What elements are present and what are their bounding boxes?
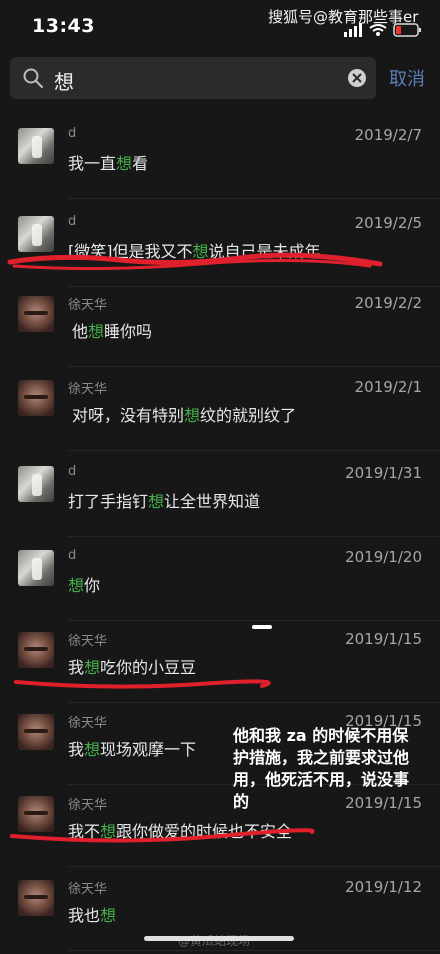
annotation-text: 他和我 za 的时候不用保护措施，我之前要求过他用，他死活不用，说没事的 — [233, 726, 410, 811]
white-dash-mark — [252, 625, 272, 629]
home-indicator[interactable] — [144, 936, 294, 941]
underline-mark-3 — [10, 828, 315, 843]
underline-mark-2 — [14, 679, 271, 689]
